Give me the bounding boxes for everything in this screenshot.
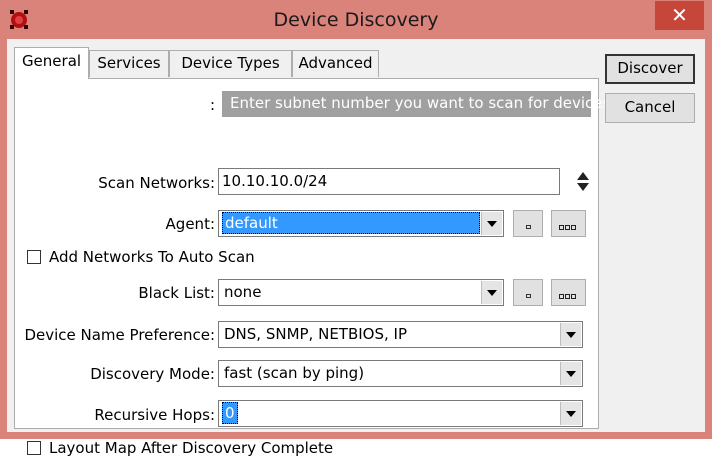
agent-selected-value: default bbox=[222, 212, 480, 234]
general-tab-panel: : Enter subnet number you want to scan f… bbox=[14, 78, 610, 457]
hint-banner: Enter subnet number you want to scan for… bbox=[222, 91, 610, 117]
title-bar[interactable]: Device Discovery ✕ bbox=[0, 0, 712, 40]
agent-square-button[interactable] bbox=[513, 210, 543, 237]
black-list-selected-value: none bbox=[224, 283, 262, 301]
window-title: Device Discovery bbox=[273, 9, 439, 31]
scan-networks-label: Scan Networks: bbox=[98, 174, 215, 192]
dropdown-arrow-icon[interactable] bbox=[560, 402, 581, 425]
dialog-client-area: General Services Device Types Advanced :… bbox=[7, 39, 705, 457]
discovery-mode-select[interactable]: fast (scan by ping) bbox=[218, 360, 583, 387]
layout-map-after-discovery-label: Layout Map After Discovery Complete bbox=[49, 439, 334, 457]
hint-label: : bbox=[209, 96, 215, 114]
device-discovery-window: Device Discovery ✕ General Services Devi… bbox=[0, 0, 712, 457]
tab-device-types[interactable]: Device Types bbox=[169, 50, 292, 77]
discovery-mode-value: fast (scan by ping) bbox=[224, 364, 365, 382]
close-icon: ✕ bbox=[671, 3, 688, 27]
tab-general[interactable]: General bbox=[14, 47, 89, 79]
ellipsis-icon bbox=[559, 294, 577, 312]
tab-advanced[interactable]: Advanced bbox=[292, 50, 379, 77]
dropdown-arrow-icon[interactable] bbox=[481, 212, 502, 235]
spin-up-down-icon[interactable] bbox=[576, 171, 590, 193]
add-networks-auto-scan-label: Add Networks To Auto Scan bbox=[49, 248, 255, 266]
cancel-button[interactable]: Cancel bbox=[605, 93, 695, 123]
recursive-hops-value: 0 bbox=[222, 402, 238, 424]
agent-browse-button[interactable] bbox=[551, 210, 586, 237]
scan-networks-input[interactable]: 10.10.10.0/24 bbox=[218, 168, 560, 195]
recursive-hops-select[interactable]: 0 bbox=[218, 400, 583, 427]
dropdown-arrow-icon[interactable] bbox=[560, 362, 581, 385]
black-list-label: Black List: bbox=[138, 284, 215, 302]
tab-services[interactable]: Services bbox=[89, 50, 169, 77]
square-icon bbox=[526, 294, 531, 298]
black-list-square-button[interactable] bbox=[513, 279, 543, 306]
recursive-hops-label: Recursive Hops: bbox=[94, 406, 215, 424]
black-list-browse-button[interactable] bbox=[551, 279, 586, 306]
close-button[interactable]: ✕ bbox=[655, 1, 704, 30]
discovery-mode-label: Discovery Mode: bbox=[90, 365, 215, 383]
add-networks-auto-scan-checkbox[interactable] bbox=[27, 250, 41, 264]
ellipsis-icon bbox=[559, 225, 577, 243]
dropdown-arrow-icon[interactable] bbox=[560, 323, 581, 346]
dropdown-arrow-icon[interactable] bbox=[481, 281, 502, 304]
square-icon bbox=[526, 225, 531, 229]
device-name-preference-select[interactable]: DNS, SNMP, NETBIOS, IP bbox=[218, 321, 583, 348]
device-name-preference-value: DNS, SNMP, NETBIOS, IP bbox=[224, 325, 408, 343]
device-name-preference-label: Device Name Preference: bbox=[24, 326, 215, 344]
black-list-select[interactable]: none bbox=[218, 279, 504, 306]
discover-button[interactable]: Discover bbox=[605, 54, 695, 84]
agent-select[interactable]: default bbox=[218, 210, 504, 237]
layout-map-after-discovery-checkbox[interactable] bbox=[27, 441, 41, 455]
agent-label: Agent: bbox=[165, 215, 215, 233]
